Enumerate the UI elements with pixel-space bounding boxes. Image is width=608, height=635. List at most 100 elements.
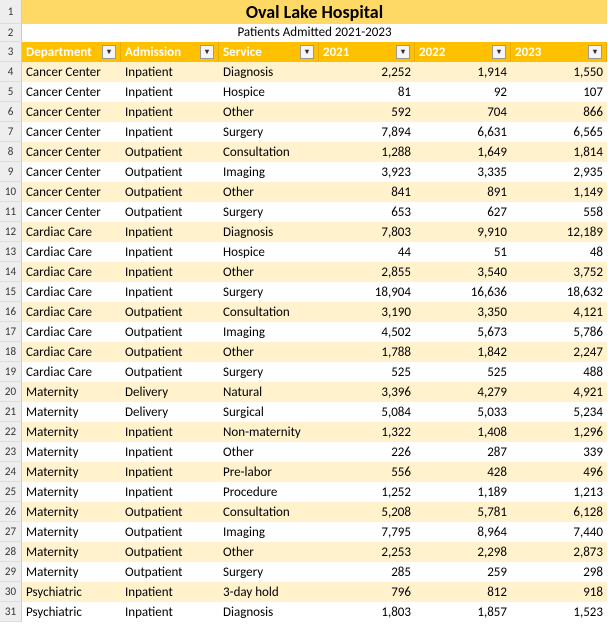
cell-y2023[interactable]: 2,935 xyxy=(511,162,607,182)
filter-dropdown-icon[interactable]: ▾ xyxy=(300,45,314,59)
cell-y2022[interactable]: 287 xyxy=(415,442,511,462)
cell-y2023[interactable]: 558 xyxy=(511,202,607,222)
cell-y2021[interactable]: 3,923 xyxy=(319,162,415,182)
row-header[interactable]: 24 xyxy=(0,462,22,482)
cell-admission[interactable]: Outpatient xyxy=(121,162,219,182)
cell-y2022[interactable]: 3,540 xyxy=(415,262,511,282)
cell-department[interactable]: Cancer Center xyxy=(22,62,121,82)
cell-y2022[interactable]: 2,298 xyxy=(415,542,511,562)
cell-admission[interactable]: Outpatient xyxy=(121,362,219,382)
cell-service[interactable]: Other xyxy=(219,342,319,362)
cell-y2021[interactable]: 653 xyxy=(319,202,415,222)
row-header[interactable]: 1 xyxy=(0,0,22,24)
cell-service[interactable]: Surgery xyxy=(219,282,319,302)
row-header[interactable]: 25 xyxy=(0,482,22,502)
cell-service[interactable]: Other xyxy=(219,442,319,462)
cell-department[interactable]: Maternity xyxy=(22,482,121,502)
cell-department[interactable]: Cardiac Care xyxy=(22,242,121,262)
cell-y2022[interactable]: 1,408 xyxy=(415,422,511,442)
cell-department[interactable]: Cardiac Care xyxy=(22,282,121,302)
cell-department[interactable]: Cancer Center xyxy=(22,102,121,122)
row-header[interactable]: 6 xyxy=(0,102,22,122)
cell-service[interactable]: Diagnosis xyxy=(219,62,319,82)
row-header[interactable]: 27 xyxy=(0,522,22,542)
cell-service[interactable]: Surgery xyxy=(219,362,319,382)
cell-y2023[interactable]: 18,632 xyxy=(511,282,607,302)
cell-department[interactable]: Cancer Center xyxy=(22,82,121,102)
cell-department[interactable]: Maternity xyxy=(22,542,121,562)
cell-y2022[interactable]: 3,335 xyxy=(415,162,511,182)
cell-service[interactable]: Non-maternity xyxy=(219,422,319,442)
cell-admission[interactable]: Outpatient xyxy=(121,542,219,562)
column-header-admission[interactable]: Admission ▾ xyxy=(121,42,219,62)
cell-service[interactable]: Natural xyxy=(219,382,319,402)
cell-department[interactable]: Cardiac Care xyxy=(22,342,121,362)
cell-y2021[interactable]: 5,084 xyxy=(319,402,415,422)
cell-department[interactable]: Maternity xyxy=(22,402,121,422)
cell-department[interactable]: Cardiac Care xyxy=(22,322,121,342)
row-header[interactable]: 3 xyxy=(0,42,22,62)
row-header[interactable]: 14 xyxy=(0,262,22,282)
cell-y2022[interactable]: 9,910 xyxy=(415,222,511,242)
cell-y2021[interactable]: 1,288 xyxy=(319,142,415,162)
cell-department[interactable]: Cardiac Care xyxy=(22,302,121,322)
row-header[interactable]: 2 xyxy=(0,24,22,42)
cell-y2021[interactable]: 3,190 xyxy=(319,302,415,322)
cell-y2023[interactable]: 1,550 xyxy=(511,62,607,82)
row-header[interactable]: 30 xyxy=(0,582,22,602)
filter-dropdown-icon[interactable]: ▾ xyxy=(200,45,214,59)
filter-dropdown-icon[interactable]: ▾ xyxy=(492,45,506,59)
cell-department[interactable]: Maternity xyxy=(22,522,121,542)
cell-y2023[interactable]: 7,440 xyxy=(511,522,607,542)
filter-dropdown-icon[interactable]: ▾ xyxy=(396,45,410,59)
cell-y2021[interactable]: 1,252 xyxy=(319,482,415,502)
cell-y2021[interactable]: 2,253 xyxy=(319,542,415,562)
cell-y2023[interactable]: 107 xyxy=(511,82,607,102)
cell-admission[interactable]: Inpatient xyxy=(121,82,219,102)
cell-y2021[interactable]: 592 xyxy=(319,102,415,122)
row-header[interactable]: 10 xyxy=(0,182,22,202)
cell-service[interactable]: Diagnosis xyxy=(219,602,319,622)
cell-service[interactable]: Consultation xyxy=(219,302,319,322)
cell-y2022[interactable]: 5,673 xyxy=(415,322,511,342)
cell-admission[interactable]: Inpatient xyxy=(121,102,219,122)
cell-y2021[interactable]: 1,322 xyxy=(319,422,415,442)
cell-y2022[interactable]: 1,914 xyxy=(415,62,511,82)
cell-admission[interactable]: Outpatient xyxy=(121,522,219,542)
cell-admission[interactable]: Outpatient xyxy=(121,142,219,162)
cell-service[interactable]: 3-day hold xyxy=(219,582,319,602)
cell-y2022[interactable]: 1,842 xyxy=(415,342,511,362)
cell-service[interactable]: Other xyxy=(219,542,319,562)
cell-y2022[interactable]: 428 xyxy=(415,462,511,482)
cell-y2021[interactable]: 7,795 xyxy=(319,522,415,542)
row-header[interactable]: 5 xyxy=(0,82,22,102)
cell-service[interactable]: Imaging xyxy=(219,322,319,342)
cell-y2023[interactable]: 3,752 xyxy=(511,262,607,282)
cell-department[interactable]: Cardiac Care xyxy=(22,362,121,382)
cell-y2023[interactable]: 1,523 xyxy=(511,602,607,622)
cell-service[interactable]: Hospice xyxy=(219,242,319,262)
cell-y2023[interactable]: 6,565 xyxy=(511,122,607,142)
cell-y2022[interactable]: 627 xyxy=(415,202,511,222)
row-header[interactable]: 28 xyxy=(0,542,22,562)
cell-y2022[interactable]: 92 xyxy=(415,82,511,102)
cell-department[interactable]: Cardiac Care xyxy=(22,262,121,282)
cell-y2022[interactable]: 1,857 xyxy=(415,602,511,622)
row-header[interactable]: 4 xyxy=(0,62,22,82)
row-header[interactable]: 7 xyxy=(0,122,22,142)
cell-y2022[interactable]: 704 xyxy=(415,102,511,122)
cell-y2022[interactable]: 1,649 xyxy=(415,142,511,162)
cell-y2023[interactable]: 488 xyxy=(511,362,607,382)
cell-service[interactable]: Procedure xyxy=(219,482,319,502)
cell-service[interactable]: Hospice xyxy=(219,82,319,102)
cell-y2023[interactable]: 4,921 xyxy=(511,382,607,402)
cell-y2023[interactable]: 918 xyxy=(511,582,607,602)
cell-admission[interactable]: Outpatient xyxy=(121,342,219,362)
cell-department[interactable]: Maternity xyxy=(22,422,121,442)
cell-y2023[interactable]: 5,786 xyxy=(511,322,607,342)
cell-admission[interactable]: Outpatient xyxy=(121,202,219,222)
cell-y2023[interactable]: 4,121 xyxy=(511,302,607,322)
cell-admission[interactable]: Inpatient xyxy=(121,262,219,282)
cell-service[interactable]: Imaging xyxy=(219,162,319,182)
cell-admission[interactable]: Outpatient xyxy=(121,182,219,202)
